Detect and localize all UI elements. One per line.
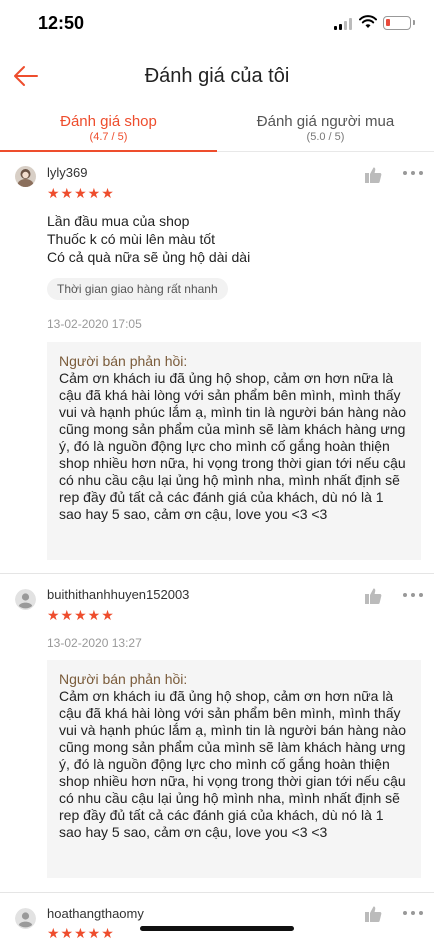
tab-label: Đánh giá shop bbox=[60, 113, 157, 130]
tab-rating: (5.0 / 5) bbox=[306, 131, 345, 143]
more-options-icon[interactable] bbox=[403, 171, 423, 177]
divider bbox=[0, 573, 434, 574]
status-time: 12:50 bbox=[38, 13, 85, 33]
page-title: Đánh giá của tôi bbox=[144, 65, 290, 87]
home-indicator bbox=[140, 926, 294, 931]
tab-buyer-reviews[interactable]: Đánh giá người mua (5.0 / 5) bbox=[217, 108, 434, 152]
status-bar: 12:50 bbox=[0, 0, 434, 48]
tab-shop-reviews[interactable]: Đánh giá shop (4.7 / 5) bbox=[0, 108, 217, 152]
review-username: buithithanhhuyen152003 bbox=[47, 587, 190, 602]
seller-reply: Người bán phản hồi: Cảm ơn khách iu đã ủ… bbox=[47, 342, 421, 560]
thumbs-up-icon[interactable] bbox=[364, 905, 382, 923]
review-username: lyly369 bbox=[47, 165, 88, 180]
more-options-icon[interactable] bbox=[403, 911, 423, 917]
signal-icon bbox=[334, 18, 354, 30]
thumbs-up-icon[interactable] bbox=[364, 587, 382, 605]
reply-title: Người bán phản hồi: bbox=[59, 353, 188, 369]
reply-text: Cảm ơn khách iu đã ủng hộ shop, cảm ơn h… bbox=[59, 370, 406, 522]
review-username: hoathangthaomy bbox=[47, 906, 144, 921]
tab-rating: (4.7 / 5) bbox=[89, 131, 128, 143]
reply-title: Người bán phản hồi: bbox=[59, 671, 188, 687]
star-rating: ★★★★★ bbox=[47, 185, 115, 201]
navbar: Đánh giá của tôi bbox=[0, 48, 434, 104]
tab-bar: Đánh giá shop (4.7 / 5) Đánh giá người m… bbox=[0, 108, 434, 152]
thumbs-up-icon[interactable] bbox=[364, 166, 382, 184]
review-comment: Lần đầu mua của shop Thuốc k có mùi lên … bbox=[47, 213, 251, 265]
avatar bbox=[15, 589, 36, 610]
more-options-icon[interactable] bbox=[403, 593, 423, 599]
review-date: 13-02-2020 13:27 bbox=[47, 636, 142, 650]
divider bbox=[0, 892, 434, 893]
wifi-icon bbox=[359, 15, 377, 28]
avatar bbox=[15, 166, 36, 187]
star-rating: ★★★★★ bbox=[47, 925, 115, 941]
star-rating: ★★★★★ bbox=[47, 607, 115, 623]
seller-reply: Người bán phản hồi: Cảm ơn khách iu đã ủ… bbox=[47, 660, 421, 878]
review-date: 13-02-2020 17:05 bbox=[47, 317, 142, 331]
tab-label: Đánh giá người mua bbox=[256, 113, 395, 130]
reply-text: Cảm ơn khách iu đã ủng hộ shop, cảm ơn h… bbox=[59, 688, 406, 840]
battery-icon bbox=[383, 16, 415, 30]
review-tag: Thời gian giao hàng rất nhanh bbox=[47, 278, 228, 300]
avatar bbox=[15, 908, 36, 929]
